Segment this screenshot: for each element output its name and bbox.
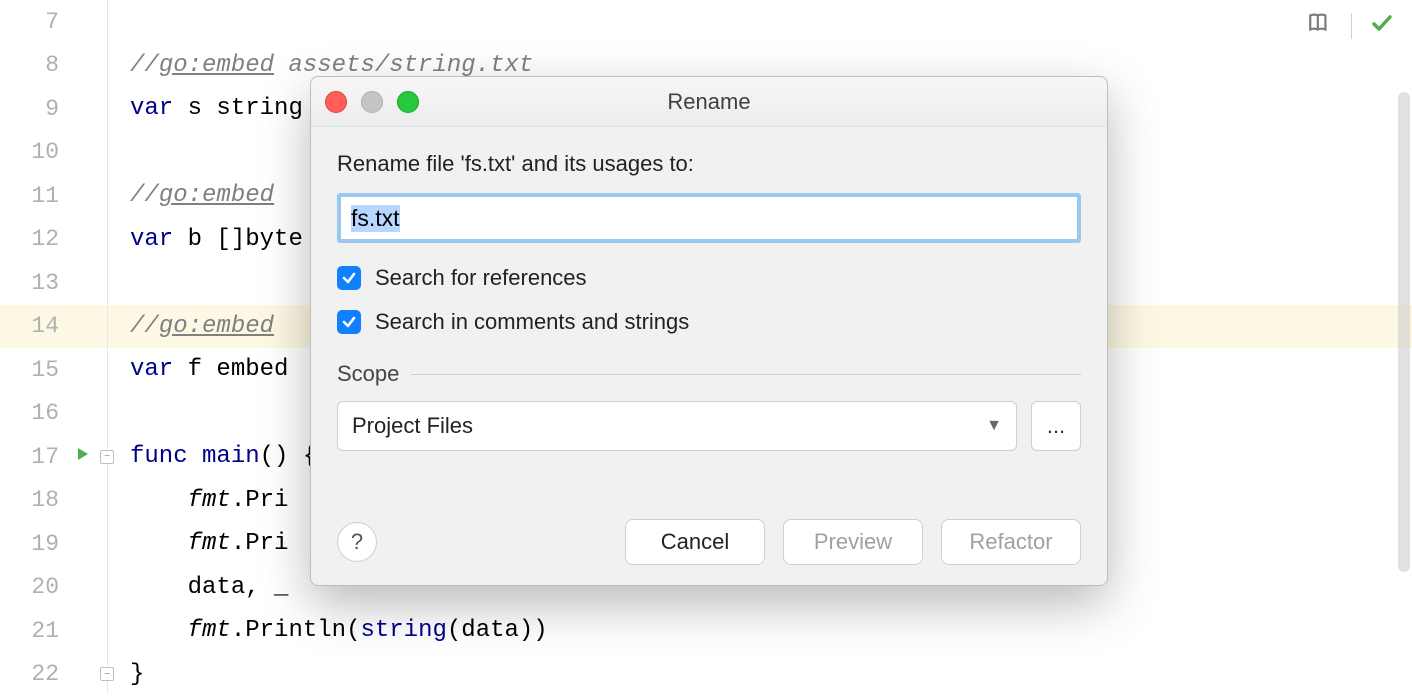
minimize-window-icon (361, 91, 383, 113)
refactor-button[interactable]: Refactor (941, 519, 1081, 565)
code-token: fmt (130, 487, 231, 514)
vertical-scrollbar[interactable] (1398, 92, 1410, 572)
code-token: // (130, 52, 159, 79)
divider (1351, 13, 1352, 39)
line-number: 22 (31, 661, 59, 687)
line-number: 8 (45, 52, 59, 78)
line-number: 17 (31, 444, 59, 470)
dialog-titlebar[interactable]: Rename (311, 77, 1107, 127)
inspection-ok-icon[interactable] (1370, 11, 1394, 40)
code-token: go:embed (159, 52, 274, 79)
preview-button[interactable]: Preview (783, 519, 923, 565)
line-number: 15 (31, 357, 59, 383)
code-token: go:embed (159, 313, 274, 340)
scope-more-button[interactable]: ... (1031, 401, 1081, 451)
code-token: fmt (130, 617, 231, 644)
help-button[interactable]: ? (337, 522, 377, 562)
chevron-down-icon: ▼ (986, 417, 1002, 435)
ellipsis-icon: ... (1047, 413, 1065, 439)
dialog-title: Rename (667, 89, 750, 115)
code-token: go:embed (159, 182, 274, 209)
code-token: func (130, 443, 188, 470)
line-number: 9 (45, 96, 59, 122)
code-token: var (130, 226, 173, 253)
scope-select[interactable]: Project Files ▼ (337, 401, 1017, 451)
line-number: 10 (31, 139, 59, 165)
checkbox-label: Search for references (375, 265, 587, 291)
line-number: 13 (31, 270, 59, 296)
divider (411, 374, 1081, 375)
checkbox-checked-icon (337, 310, 361, 334)
code-token: main (188, 443, 260, 470)
code-token: Println (245, 617, 346, 644)
line-number: 21 (31, 618, 59, 644)
rename-dialog: Rename Rename file 'fs.txt' and its usag… (310, 76, 1108, 586)
line-number: 19 (31, 531, 59, 557)
code-token: // (130, 182, 159, 209)
checkbox-checked-icon (337, 266, 361, 290)
zoom-window-icon[interactable] (397, 91, 419, 113)
new-name-input[interactable] (337, 193, 1081, 243)
code-token: var (130, 356, 173, 383)
run-icon[interactable] (75, 446, 91, 467)
code-token: fmt (130, 530, 231, 557)
code-token: .Pri (231, 530, 289, 557)
code-token: f embed (173, 356, 288, 383)
code-token: // (130, 313, 159, 340)
code-token: ( (346, 617, 360, 644)
code-token: (data)) (447, 617, 548, 644)
search-comments-checkbox[interactable]: Search in comments and strings (337, 309, 1081, 335)
reader-mode-icon[interactable] (1307, 10, 1333, 41)
line-number: 18 (31, 487, 59, 513)
line-number: 11 (31, 183, 59, 209)
code-token: string (360, 617, 446, 644)
code-token: b []byte (173, 226, 303, 253)
code-token: () (260, 443, 303, 470)
code-token: data, _ (130, 574, 288, 601)
code-token: .Pri (231, 487, 289, 514)
close-window-icon[interactable] (325, 91, 347, 113)
code-token: s string (173, 95, 303, 122)
code-token: } (130, 661, 144, 688)
dialog-body: Rename file 'fs.txt' and its usages to: … (311, 127, 1107, 585)
scope-value: Project Files (352, 413, 473, 439)
gutter: 7 8 9 10 11 12 13 14 15 16 17 − 18 19 20… (0, 0, 108, 694)
line-number: 16 (31, 400, 59, 426)
line-number: 14 (31, 313, 59, 339)
line-number: 20 (31, 574, 59, 600)
checkbox-label: Search in comments and strings (375, 309, 689, 335)
scope-label: Scope (337, 361, 399, 387)
help-icon: ? (351, 529, 363, 555)
rename-prompt: Rename file 'fs.txt' and its usages to: (337, 151, 1081, 177)
line-number: 7 (45, 9, 59, 35)
code-token: . (231, 617, 245, 644)
editor-status-icons (1307, 10, 1394, 41)
code-token: var (130, 95, 173, 122)
search-references-checkbox[interactable]: Search for references (337, 265, 1081, 291)
line-number: 12 (31, 226, 59, 252)
code-token: assets/string.txt (274, 52, 533, 79)
cancel-button[interactable]: Cancel (625, 519, 765, 565)
window-controls (325, 91, 419, 113)
